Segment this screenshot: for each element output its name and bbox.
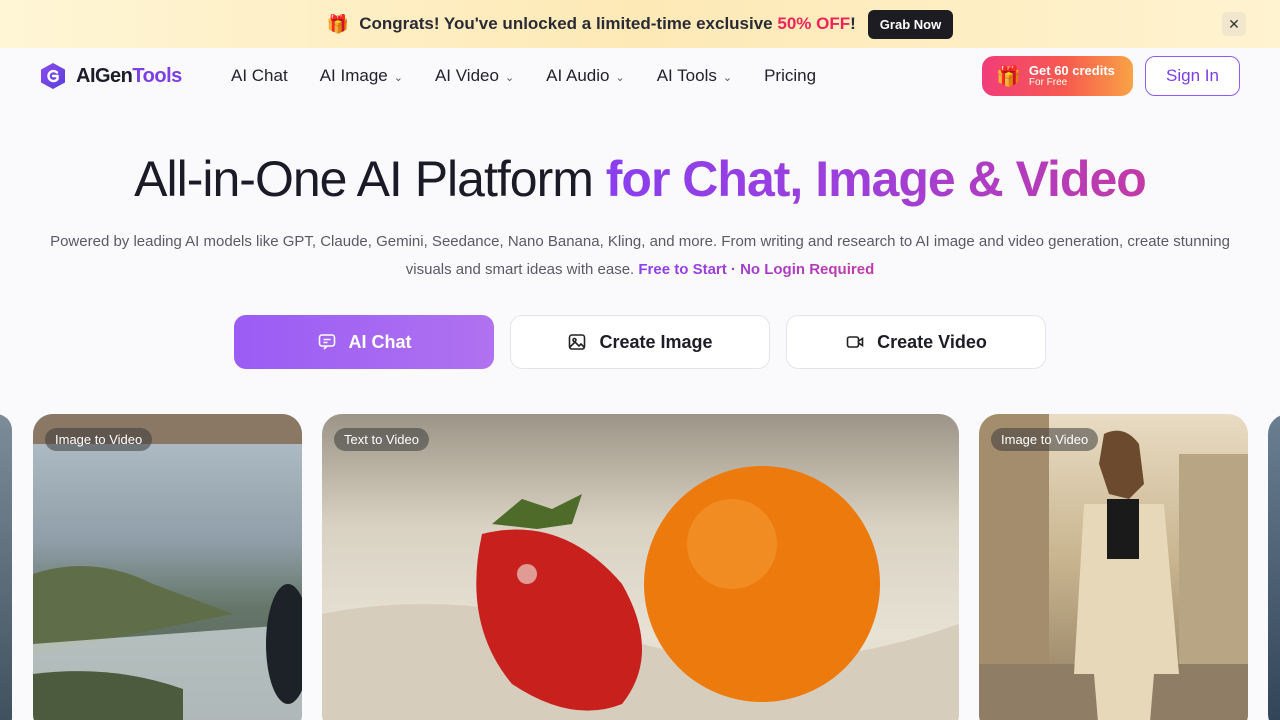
promo-text: Congrats! You've unlocked a limited-time… xyxy=(359,14,856,34)
logo-icon xyxy=(41,63,65,89)
main-menu: AI Chat AI Image ⌄ AI Video ⌄ AI Audio ⌄ AI… xyxy=(231,66,848,86)
nav-item-label: AI Audio xyxy=(546,66,610,85)
nav-item-ai-image[interactable]: AI Image ⌄ xyxy=(320,66,403,86)
logo-text: AIGenTools xyxy=(76,65,182,88)
nav-item-label: Pricing xyxy=(764,66,817,85)
video-camera-icon xyxy=(846,336,864,348)
hero-title: All-in-One AI Platform for Chat, Image &… xyxy=(0,150,1280,208)
top-nav: AIGenTools AI Chat AI Image ⌄ AI Video ⌄ A… xyxy=(0,48,1280,104)
nav-item-label: AI Video xyxy=(434,66,499,85)
promo-text-after: ! xyxy=(850,14,856,33)
promo-banner: 🎁 Congrats! You've unlocked a limited-ti… xyxy=(0,0,1280,48)
create-image-button[interactable]: Create Image xyxy=(510,315,770,369)
logo[interactable]: AIGenTools xyxy=(40,62,182,90)
nav-item-label: AI Image xyxy=(319,66,388,85)
free-to-start-text: Free to Start · No Login Required xyxy=(638,261,875,278)
card-tag: Text to Video xyxy=(334,428,429,451)
nav-item-ai-tools[interactable]: AI Tools ⌄ xyxy=(657,66,732,86)
create-image-button-label: Create Image xyxy=(599,331,713,352)
credits-sub-label: For Free xyxy=(1028,76,1068,88)
chat-icon xyxy=(318,334,335,350)
gift-icon: 🎁 xyxy=(326,14,350,34)
chevron-down-icon: ⌄ xyxy=(722,71,733,84)
get-credits-button[interactable]: 🎁 Get 60 credits For Free xyxy=(982,56,1133,96)
media-card-partial-right[interactable] xyxy=(1268,414,1280,720)
gift-icon: 🎁 xyxy=(996,65,1021,88)
sign-in-button[interactable]: Sign In xyxy=(1145,56,1240,96)
create-video-button[interactable]: Create Video xyxy=(786,315,1046,369)
nav-item-ai-audio[interactable]: AI Audio ⌄ xyxy=(546,66,625,86)
promo-highlight: 50% OFF xyxy=(777,14,851,33)
card-tag: Image to Video xyxy=(45,428,153,451)
nav-item-ai-chat[interactable]: AI Chat xyxy=(231,66,288,86)
coast-thumbnail xyxy=(33,414,302,720)
media-card-coast[interactable]: Image to Video xyxy=(33,414,302,720)
image-icon xyxy=(569,334,586,350)
chevron-down-icon: ⌄ xyxy=(615,71,625,84)
nav-item-pricing[interactable]: Pricing xyxy=(764,66,816,86)
media-card-fruit[interactable]: Text to Video xyxy=(322,414,959,720)
chevron-down-icon: ⌄ xyxy=(504,71,515,84)
close-icon[interactable]: ✕ xyxy=(1222,12,1246,36)
nav-item-ai-video[interactable]: AI Video ⌄ xyxy=(435,66,514,86)
nav-item-label: AI Chat xyxy=(231,66,288,85)
hero-title-accent: for Chat, Image & Video xyxy=(605,151,1147,207)
grab-now-button[interactable]: Grab Now xyxy=(867,9,954,39)
fruit-thumbnail xyxy=(322,466,959,720)
ai-chat-button-label: AI Chat xyxy=(348,331,412,352)
logo-text-main: AIGen xyxy=(76,64,133,87)
credits-main-label: Get 60 credits xyxy=(1028,62,1115,78)
street-thumbnail xyxy=(979,414,1248,720)
ai-chat-button[interactable]: AI Chat xyxy=(234,315,494,369)
hero-title-plain: All-in-One AI Platform xyxy=(134,151,606,207)
card-tag: Image to Video xyxy=(991,428,1099,451)
create-video-button-label: Create Video xyxy=(877,331,987,352)
media-card-partial-left[interactable] xyxy=(0,414,12,720)
media-card-street[interactable]: Image to Video xyxy=(979,414,1248,720)
chevron-down-icon: ⌄ xyxy=(393,71,403,84)
hero-subtitle: Powered by leading AI models like GPT, C… xyxy=(40,228,1240,284)
logo-text-accent: Tools xyxy=(132,64,182,87)
promo-text-before: Congrats! You've unlocked a limited-time… xyxy=(359,14,778,33)
credits-text: Get 60 credits For Free xyxy=(1029,64,1115,88)
nav-item-label: AI Tools xyxy=(656,66,717,85)
